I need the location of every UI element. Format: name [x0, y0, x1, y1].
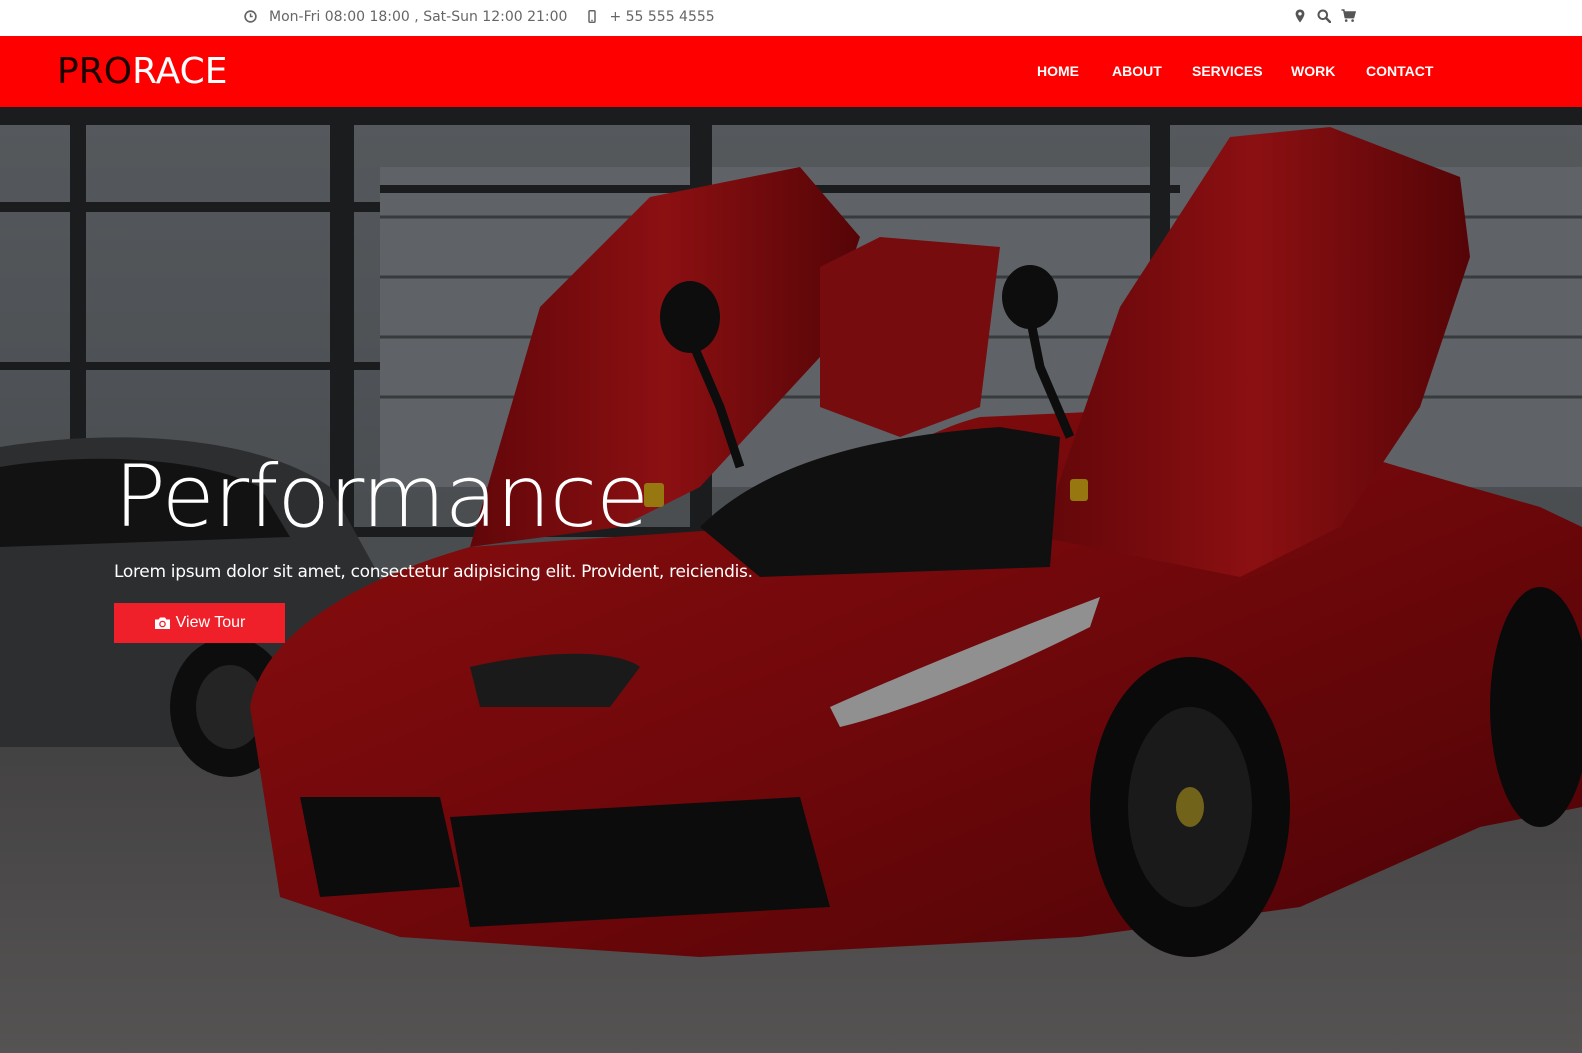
- top-tools: [1292, 8, 1356, 24]
- camera-icon: [154, 615, 172, 631]
- nav-item-home[interactable]: HOME: [1037, 63, 1079, 79]
- brand-part-race: RACE: [132, 51, 228, 92]
- opening-hours: Mon-Fri 08:00 18:00 , Sat-Sun 12:00 21:0…: [269, 8, 568, 25]
- nav-item-services[interactable]: SERVICES: [1192, 63, 1263, 79]
- phone-number: + 55 555 4555: [609, 8, 715, 25]
- view-tour-label: View Tour: [175, 614, 246, 631]
- brand-logo[interactable]: PRORACE: [57, 50, 228, 94]
- hero-subtitle: Lorem ipsum dolor sit amet, consectetur …: [114, 562, 753, 582]
- hero-section: Performance Lorem ipsum dolor sit amet, …: [0, 107, 1582, 1053]
- map-marker-icon[interactable]: [1292, 8, 1308, 24]
- nav-item-about[interactable]: ABOUT: [1112, 63, 1162, 79]
- mobile-icon: [585, 10, 599, 24]
- top-info-bar: Mon-Fri 08:00 18:00 , Sat-Sun 12:00 21:0…: [0, 0, 1582, 36]
- contact-info: Mon-Fri 08:00 18:00 , Sat-Sun 12:00 21:0…: [243, 0, 733, 33]
- search-icon[interactable]: [1316, 8, 1332, 24]
- clock-icon: [243, 10, 257, 24]
- main-navbar: PRORACE HOME ABOUT SERVICES WORK CONTACT: [0, 36, 1582, 107]
- hero-title: Performance: [114, 447, 649, 547]
- cart-icon[interactable]: [1340, 8, 1356, 24]
- view-tour-button[interactable]: View Tour: [114, 603, 285, 643]
- brand-part-pro: PRO: [57, 51, 133, 92]
- nav-item-work[interactable]: WORK: [1291, 63, 1335, 79]
- nav-item-contact[interactable]: CONTACT: [1366, 63, 1433, 79]
